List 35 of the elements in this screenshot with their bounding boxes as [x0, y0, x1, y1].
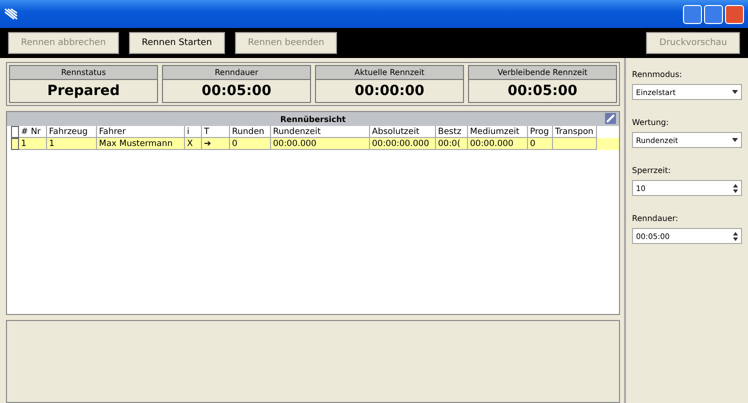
- table-cell: [553, 138, 597, 150]
- table-cell: 0: [528, 138, 553, 150]
- card-label: Renndauer: [163, 66, 310, 80]
- toolbar-button[interactable]: Rennen Starten: [128, 32, 225, 54]
- card-label: Aktuelle Rennzeit: [316, 66, 463, 80]
- table-cell: 00:0(: [436, 138, 468, 150]
- card-label: Verbleibende Rennzeit: [469, 66, 616, 80]
- dropdown-arrow-icon: [732, 90, 738, 94]
- setting-label: Sperrzeit:: [632, 166, 672, 175]
- setting-label: Rennmodus:: [632, 70, 683, 79]
- table-cell: 00:00.000: [468, 138, 528, 150]
- setting-label: Renndauer:: [632, 214, 680, 223]
- table-cell: ➔: [202, 138, 230, 150]
- table-settings-icon[interactable]: [605, 113, 616, 124]
- card-value: 00:05:00: [200, 82, 272, 101]
- card-value: Prepared: [46, 82, 121, 101]
- table-row[interactable]: 1 1 Max Mustermann X ➔ 0 00:00.000 00:00:00.000 00:0( 00:00.000 0: [11, 138, 619, 150]
- table-cell: 0: [230, 138, 271, 150]
- table-cell: Max Mustermann: [97, 138, 185, 150]
- card-label: Rennstatus: [10, 66, 157, 80]
- card-value: 00:05:00: [506, 82, 578, 101]
- card-value: 00:00:00: [354, 82, 426, 101]
- table-title: Rennübersicht: [280, 114, 346, 124]
- close-button[interactable]: [725, 4, 744, 24]
- spinner-arrows-icon: [733, 184, 738, 192]
- table-cell: 00:00:00.000: [370, 138, 436, 150]
- table-cell: 00:00.000: [271, 138, 370, 150]
- spinner-arrows-icon: [733, 232, 738, 240]
- setting-label: Wertung:: [632, 118, 670, 127]
- maximize-button[interactable]: [704, 4, 723, 24]
- minimize-button[interactable]: [683, 4, 702, 24]
- table-cell: 1: [47, 138, 97, 150]
- dropdown-arrow-icon: [732, 138, 738, 142]
- table-cell: X: [185, 138, 202, 150]
- table-cell: 1: [19, 138, 47, 150]
